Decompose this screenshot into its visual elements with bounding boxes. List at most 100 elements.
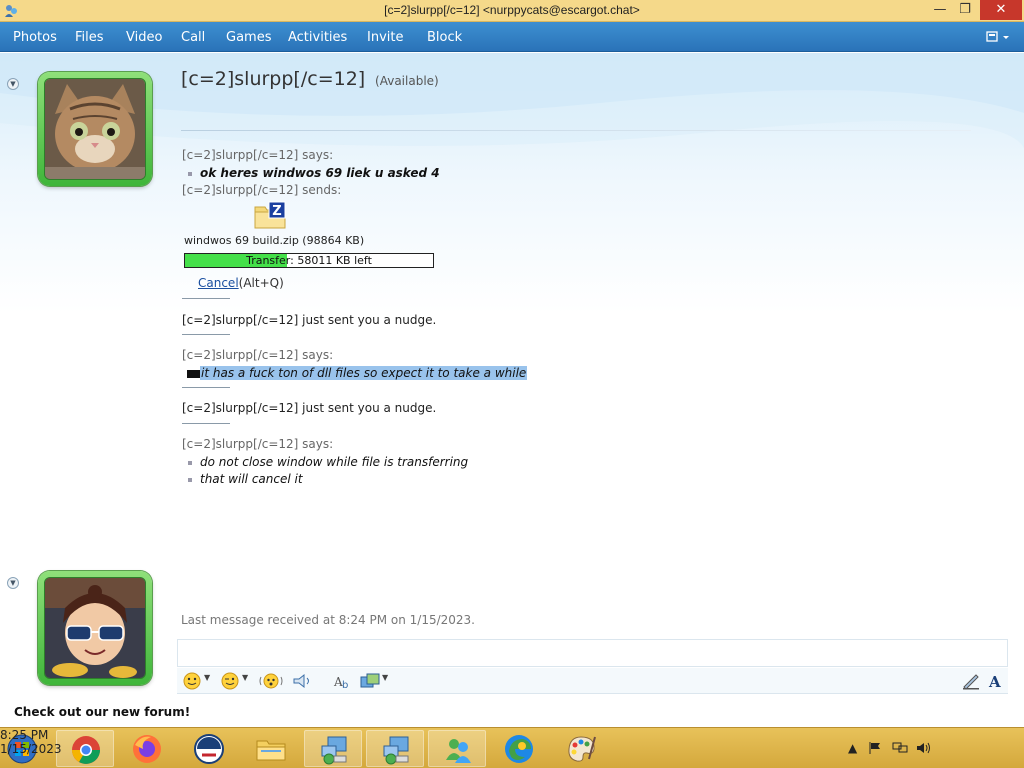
message-4: that will cancel it <box>182 472 303 486</box>
taskbar-network-app-2[interactable] <box>366 730 424 767</box>
wink-icon[interactable] <box>220 671 240 691</box>
voice-clip-icon[interactable] <box>291 671 313 691</box>
system-clock[interactable]: 8:25 PM 1/15/2023 <box>0 728 62 768</box>
paint-palette-icon <box>568 736 596 762</box>
svg-text:A: A <box>988 673 1001 691</box>
svg-text:Z: Z <box>272 204 281 219</box>
font-icon[interactable]: A b <box>332 671 354 691</box>
sends-line: [c=2]slurpp[/c=12] sends: <box>182 183 342 197</box>
self-avatar[interactable] <box>38 571 152 685</box>
background-icon[interactable] <box>359 671 381 691</box>
contact-name: [c=2]slurpp[/c=12] <box>181 68 366 90</box>
taskbar-firefox[interactable] <box>118 730 176 767</box>
contact-status: (Available) <box>375 74 439 88</box>
layout-icon[interactable] <box>985 29 1011 45</box>
close-button[interactable]: ✕ <box>980 0 1022 20</box>
transfer-label: Transfer: 58011 KB left <box>246 254 372 267</box>
nudge-line-2: [c=2]slurpp[/c=12] just sent you a nudge… <box>182 401 437 415</box>
clock-date: 1/15/2023 <box>0 742 62 756</box>
cancel-shortcut: (Alt+Q) <box>238 276 284 290</box>
collapse-self-button[interactable]: ▼ <box>7 577 19 589</box>
message-input[interactable] <box>177 639 1008 667</box>
menu-photos[interactable]: Photos <box>13 30 57 45</box>
cancel-transfer-link[interactable]: Cancel <box>198 276 239 290</box>
edge-icon <box>505 735 533 763</box>
taskbar-edge[interactable] <box>490 730 548 767</box>
forum-link[interactable]: Check out our new forum! <box>14 705 190 719</box>
message-bullet <box>188 477 192 482</box>
svg-text:b: b <box>342 680 348 691</box>
message-bullet <box>188 171 192 176</box>
kitten-photo <box>44 78 146 180</box>
menu-call[interactable]: Call <box>181 30 205 45</box>
clock-time: 8:25 PM <box>0 728 49 742</box>
taskbar: ▲ 8:25 PM 1/15/2023 <box>0 727 1024 768</box>
collapse-contact-button[interactable]: ▼ <box>7 78 19 90</box>
nudge-line-1: [c=2]slurpp[/c=12] just sent you a nudge… <box>182 313 437 327</box>
wink-dropdown-arrow[interactable]: ▼ <box>242 673 248 682</box>
file-name: windwos 69 build.zip (98864 KB) <box>184 234 365 247</box>
taskbar-aol[interactable] <box>180 730 238 767</box>
says-line-2: [c=2]slurpp[/c=12] says: <box>182 348 334 362</box>
taskbar-paint[interactable] <box>552 730 610 767</box>
menu-block[interactable]: Block <box>427 30 462 45</box>
network-computer-icon-2 <box>383 736 409 765</box>
title-bar: [c=2]slurpp[/c=12] <nurppycats@escargot.… <box>0 0 1024 22</box>
cartoon-image <box>45 578 145 678</box>
taskbar-messenger[interactable] <box>428 730 486 767</box>
menu-invite[interactable]: Invite <box>367 30 403 45</box>
minimize-button[interactable]: — <box>926 0 954 20</box>
menu-games[interactable]: Games <box>226 30 271 45</box>
message-text-2[interactable]: it has a fuck ton of dll files so expect… <box>200 366 528 380</box>
message-text-1: ok heres windwos 69 liek u asked 4 <box>200 166 440 180</box>
maximize-button[interactable]: ❐ <box>951 0 979 20</box>
emoticon-dropdown-arrow[interactable]: ▼ <box>204 673 210 682</box>
menu-activities[interactable]: Activities <box>288 30 347 45</box>
text-cursor <box>187 369 200 378</box>
separator <box>182 423 230 424</box>
header-divider <box>181 130 971 131</box>
menu-video[interactable]: Video <box>126 30 162 45</box>
folder-icon <box>256 740 286 761</box>
text-icon[interactable]: A <box>986 671 1006 691</box>
volume-icon[interactable] <box>916 741 932 755</box>
input-toolbar: ▼ ▼ A b ▼ A <box>177 668 1008 694</box>
message-1: ok heres windwos 69 liek u asked 4 <box>182 166 440 180</box>
tray-overflow-arrow[interactable]: ▲ <box>848 741 857 755</box>
says-line-1: [c=2]slurpp[/c=12] says: <box>182 148 334 162</box>
contact-header: [c=2]slurpp[/c=12] (Available) <box>181 68 439 90</box>
separator <box>182 334 230 335</box>
contact-avatar[interactable] <box>38 72 152 186</box>
menu-files[interactable]: Files <box>75 30 104 45</box>
transfer-progress-bar: Transfer: 58011 KB left <box>184 253 434 268</box>
firefox-icon <box>133 735 161 763</box>
handwriting-icon[interactable] <box>961 671 981 691</box>
zip-file-icon[interactable]: Z <box>254 201 286 229</box>
emoticon-icon[interactable] <box>182 671 202 691</box>
background-dropdown-arrow[interactable]: ▼ <box>382 673 388 682</box>
separator <box>182 387 230 388</box>
says-line-3: [c=2]slurpp[/c=12] says: <box>182 437 334 451</box>
taskbar-file-explorer[interactable] <box>242 730 300 767</box>
aol-icon <box>194 734 224 764</box>
network-tray-icon[interactable] <box>892 741 908 755</box>
window-title: [c=2]slurpp[/c=12] <nurppycats@escargot.… <box>384 3 640 17</box>
menu-bar: Photos Files Video Call Games Activities… <box>0 22 1024 52</box>
action-center-flag-icon[interactable] <box>868 741 882 755</box>
chrome-icon <box>72 736 100 764</box>
conversation-area <box>0 53 1024 727</box>
cartoon-avatar <box>44 577 146 679</box>
nudge-icon[interactable] <box>259 671 283 691</box>
taskbar-network-app-1[interactable] <box>304 730 362 767</box>
cancel-row: Cancel(Alt+Q) <box>198 276 284 290</box>
message-bullet <box>188 460 192 465</box>
network-computer-icon <box>321 736 347 765</box>
message-3: do not close window while file is transf… <box>182 455 468 469</box>
message-2: it has a fuck ton of dll files so expect… <box>187 366 528 381</box>
kitten-image <box>45 79 145 179</box>
message-text-3: do not close window while file is transf… <box>200 455 469 469</box>
messenger-buddies-icon <box>446 739 471 763</box>
background-wave <box>0 53 1024 148</box>
separator <box>182 298 230 299</box>
taskbar-chrome[interactable] <box>56 730 114 767</box>
